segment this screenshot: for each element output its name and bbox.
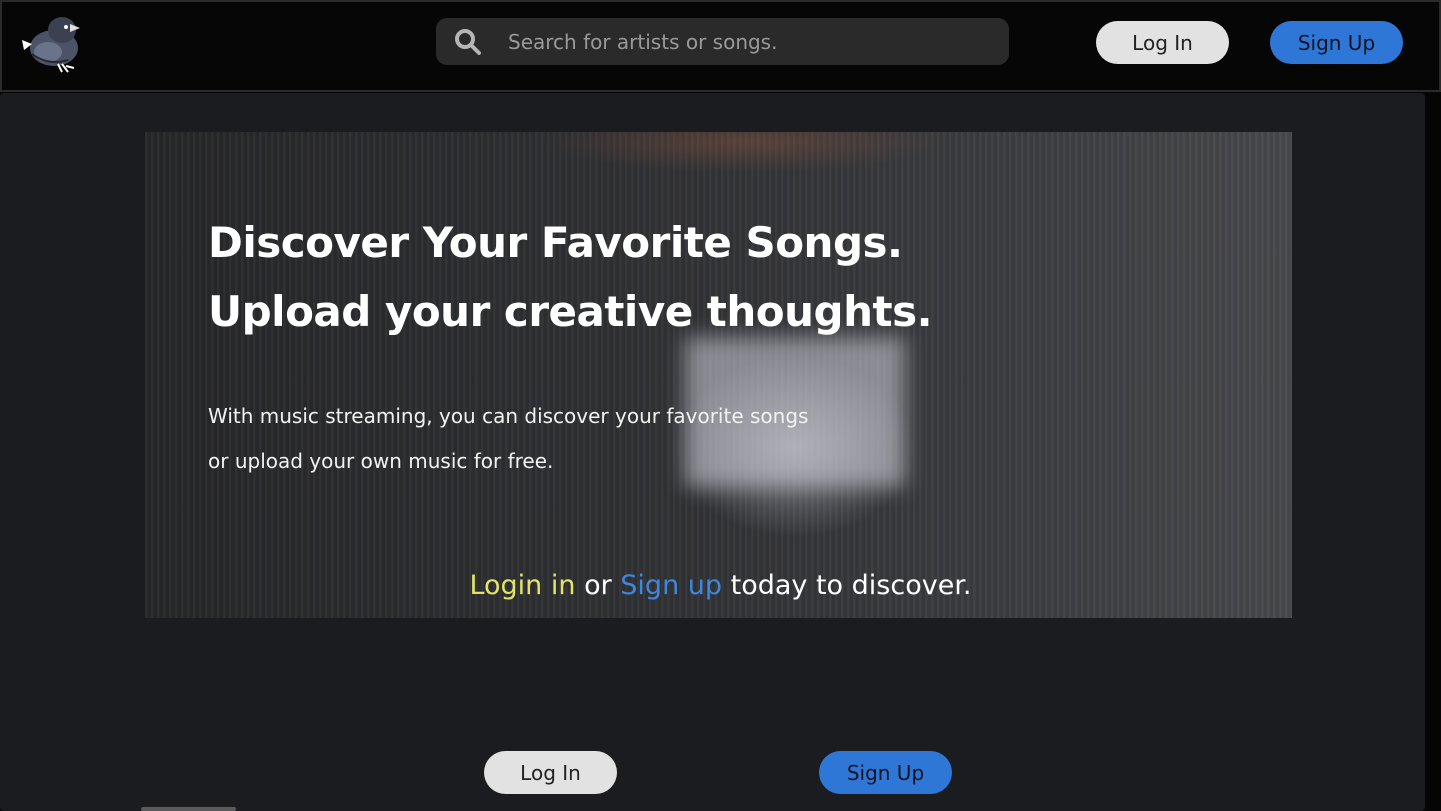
cta-tail-text: today to discover. [722, 570, 972, 601]
cta-signup-button[interactable]: Sign Up [819, 751, 952, 794]
hero-title-line-1: Discover Your Favorite Songs. [208, 218, 903, 267]
hero-description-line-1: With music streaming, you can discover y… [208, 404, 809, 428]
main-content: Discover Your Favorite Songs. Upload you… [0, 93, 1425, 811]
hero-banner: Discover Your Favorite Songs. Upload you… [145, 132, 1292, 618]
signup-link[interactable]: Sign up [620, 570, 722, 601]
search-input[interactable] [508, 29, 1009, 54]
search-bar [436, 18, 1009, 65]
top-navigation-bar: Log In Sign Up [0, 0, 1441, 92]
pigeon-logo[interactable] [18, 10, 92, 74]
scrollbar-thumb[interactable] [141, 807, 236, 811]
search-icon [455, 28, 481, 55]
header-signup-button[interactable]: Sign Up [1270, 21, 1403, 64]
call-to-action-text: Login in or Sign up today to discover. [0, 570, 1441, 601]
hero-description-line-2: or upload your own music for free. [208, 449, 554, 473]
cta-login-button[interactable]: Log In [484, 751, 617, 794]
cta-or-text: or [575, 570, 621, 601]
hero-title-line-2: Upload your creative thoughts. [208, 287, 933, 336]
header-login-button[interactable]: Log In [1096, 21, 1229, 64]
pigeon-logo-icon [22, 17, 80, 73]
login-link[interactable]: Login in [469, 570, 575, 601]
